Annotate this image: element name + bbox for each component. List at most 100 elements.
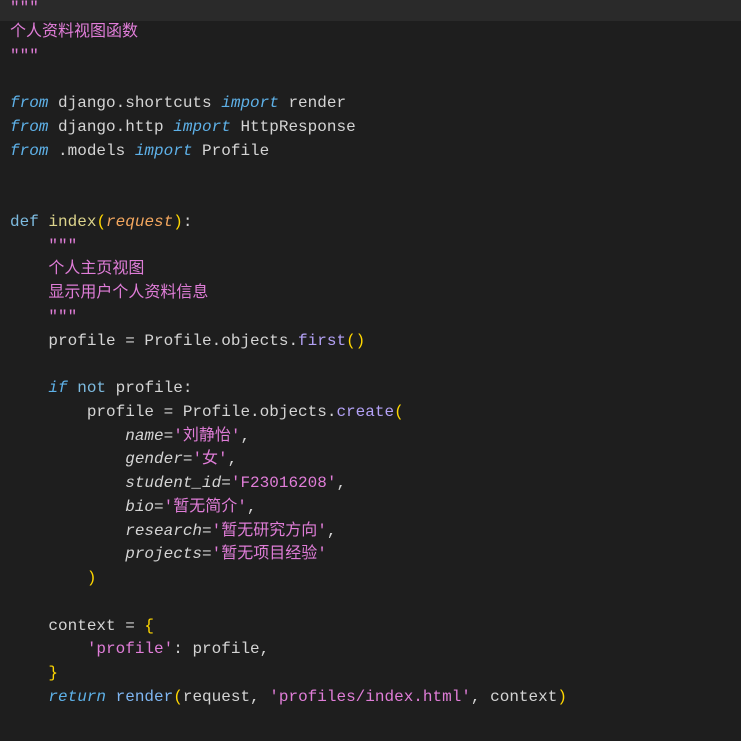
code-line[interactable]: from .models import Profile [0,140,741,164]
code-token: , context [470,687,558,706]
code-token: create [336,402,395,421]
code-token: index [48,212,97,231]
code-token: ) [557,687,567,706]
code-token: profile = Profile.objects. [10,331,299,350]
code-token: 个人资料视图函数 [10,22,139,41]
code-token: if [48,379,68,397]
code-token: : [182,212,193,231]
code-token: = [163,426,174,445]
code-token: } [48,664,59,682]
code-line[interactable]: return render(request, 'profiles/index.h… [0,686,741,710]
code-line[interactable]: from django.shortcuts import render [0,92,741,116]
code-token: """ [48,236,78,255]
code-token: '女' [192,450,228,469]
code-editor[interactable]: """ 个人资料视图函数 """ from django.shortcuts impo… [0,0,741,741]
code-token: ( [173,687,183,706]
code-line[interactable]: profile = Profile.objects.first() [0,330,741,354]
code-token: , [246,497,257,516]
code-line[interactable] [0,353,741,377]
code-line[interactable]: gender='女', [0,448,741,472]
code-token: def [10,212,39,231]
code-line[interactable]: ) [0,567,741,591]
code-token: profile: [106,379,193,397]
code-token: django.shortcuts [48,94,222,112]
code-line[interactable]: """ [0,306,741,330]
code-line[interactable]: 'profile': profile, [0,638,741,662]
code-token: = [221,474,231,492]
code-line[interactable]: """ [0,0,741,21]
code-token: return [48,687,107,706]
code-token: """ [10,46,39,65]
code-token: context = [10,616,145,635]
code-token: research [125,521,203,540]
code-line[interactable]: """ [0,235,741,259]
code-line[interactable]: 显示用户个人资料信息 [0,282,741,306]
code-line[interactable]: context = { [0,615,741,639]
code-line[interactable]: profile = Profile.objects.create( [0,401,741,425]
code-token: ) [86,569,97,587]
code-line[interactable] [0,591,741,615]
code-line[interactable]: research='暂无研究方向', [0,520,741,544]
code-line[interactable]: bio='暂无简介', [0,496,741,520]
code-token: , [240,426,251,445]
code-line[interactable]: 个人资料视图函数 [0,21,741,45]
code-token: render [278,94,347,112]
code-token: , [227,450,238,469]
code-token: django.http [48,117,174,136]
code-token: '暂无简介' [163,497,247,516]
code-token: import [221,94,279,112]
code-token: Profile [192,141,270,160]
code-line[interactable]: projects='暂无项目经验' [0,543,741,567]
code-token: '暂无项目经验' [211,545,327,564]
code-token: ) [173,212,183,231]
code-token: render [115,687,174,706]
code-token: gender [125,450,183,469]
code-token: '刘静怡' [173,426,241,445]
code-token: from [10,117,49,136]
code-token: = [202,545,212,564]
code-token: student_id [125,474,222,492]
code-token: 'profiles/index.html' [269,687,471,706]
code-token: request, [182,687,270,706]
code-line[interactable]: from django.http import HttpResponse [0,116,741,140]
code-line[interactable]: } [0,662,741,686]
code-line[interactable]: student_id='F23016208', [0,472,741,496]
code-token: profile = Profile.objects. [10,402,337,421]
code-line[interactable] [0,68,741,92]
code-line[interactable]: """ [0,45,741,69]
code-token: = [154,497,164,516]
code-token: 'profile' [86,640,174,659]
code-token: , [326,521,337,540]
code-token: { [144,616,155,635]
code-token: ( [96,212,107,231]
code-token: () [346,331,366,350]
code-line[interactable] [0,163,741,187]
code-line[interactable] [0,187,741,211]
code-token: import [173,117,231,136]
code-token: name [125,426,164,445]
code-line[interactable]: 个人主页视图 [0,258,741,282]
code-token: 'F23016208' [230,474,337,492]
code-token: """ [10,0,39,17]
code-line[interactable]: def index(request): [0,211,741,235]
code-line[interactable]: if not profile: [0,377,741,401]
code-area[interactable]: """ 个人资料视图函数 """ from django.shortcuts impo… [0,0,741,710]
code-token: ( [394,402,404,421]
code-line[interactable]: name='刘静怡', [0,425,741,449]
code-token: , [336,474,347,492]
code-token: from [10,141,49,160]
code-token: first [298,331,347,350]
